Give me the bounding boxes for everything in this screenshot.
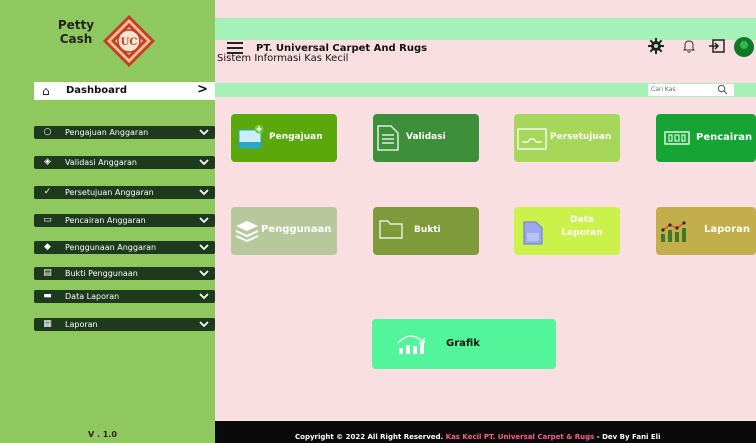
- chevron-down-icon: [199, 270, 209, 277]
- sidebar-item-label: Laporan: [65, 320, 98, 329]
- card-label: Pengajuan: [269, 132, 323, 142]
- version-label: V . 1.0: [88, 430, 117, 439]
- folder-icon: [379, 220, 403, 239]
- money-icon: [664, 131, 690, 145]
- card-penggunaan[interactable]: Penggunaan: [231, 207, 337, 255]
- card-label: Bukti: [414, 225, 441, 235]
- sidebar-item-pencairan-anggaran[interactable]: ▭ Pencairan Anggaran: [34, 214, 215, 227]
- circle-icon: ○: [43, 127, 52, 137]
- card-pengajuan[interactable]: Pengajuan: [231, 114, 337, 162]
- report-icon: ▦: [43, 319, 52, 329]
- file-icon: [523, 221, 543, 245]
- brand-name: Petty Cash: [57, 18, 95, 46]
- footer-highlight: Kas Kecil PT. Universal Carpet & Rugs: [445, 433, 595, 441]
- chevron-down-icon: [199, 159, 209, 166]
- footer: Copyright © 2022 All Right Reserved. Kas…: [215, 421, 756, 443]
- sidebar-item-persetujuan-anggaran[interactable]: ✓ Persetujuan Anggaran: [34, 186, 215, 199]
- sidebar-item-label: Validasi Anggaran: [65, 158, 137, 167]
- chevron-down-icon: [199, 244, 209, 251]
- chevron-right-icon: >: [197, 82, 208, 97]
- sidebar-item-penggunaan-anggaran[interactable]: ◆ Penggunaan Anggaran: [34, 241, 215, 254]
- logout-icon[interactable]: [709, 39, 725, 53]
- card-persetujuan[interactable]: Persetujuan: [514, 114, 620, 162]
- sidebar-item-laporan[interactable]: ▦ Laporan: [34, 318, 215, 331]
- chart-icon: [661, 221, 686, 242]
- footer-copyright: Copyright © 2022 All Right Reserved. Kas…: [295, 433, 661, 441]
- layers-icon: [235, 221, 259, 242]
- receipt-icon: ▤: [43, 268, 52, 278]
- sidebar-item-data-laporan[interactable]: ▬ Data Laporan: [34, 290, 215, 303]
- check-icon: ✓: [43, 187, 52, 197]
- approval-icon: [517, 128, 547, 150]
- sidebar-item-label: Penggunaan Anggaran: [65, 243, 157, 252]
- card-pencairan[interactable]: Pencairan: [656, 114, 756, 162]
- card-laporan[interactable]: Laporan: [656, 207, 756, 255]
- company-logo: UC: [103, 15, 155, 67]
- card-bukti[interactable]: Bukti: [373, 207, 479, 255]
- gear-icon[interactable]: [648, 38, 664, 54]
- card-label: Pencairan: [696, 132, 753, 143]
- chevron-down-icon: [199, 217, 209, 224]
- growth-chart-icon: [397, 335, 425, 354]
- sidebar-item-label: Persetujuan Anggaran: [65, 188, 154, 197]
- sidebar-item-label: Bukti Penggunaan: [65, 269, 138, 278]
- logo-text: UC: [121, 37, 138, 48]
- card-label: Validasi: [406, 132, 446, 142]
- avatar[interactable]: [731, 37, 756, 57]
- chevron-down-icon: [199, 189, 209, 196]
- chevron-down-icon: [199, 129, 209, 136]
- document-icon: [377, 125, 399, 151]
- new-document-icon: [238, 124, 264, 149]
- chevron-down-icon: [199, 321, 209, 328]
- wallet-icon: ▭: [43, 215, 52, 225]
- card-label: Grafik: [446, 338, 480, 349]
- page-subtitle: Sistem Informasi Kas Kecil: [217, 53, 349, 64]
- card-grafik[interactable]: Grafik: [372, 319, 556, 369]
- chevron-down-icon: [199, 293, 209, 300]
- card-label: Penggunaan: [261, 224, 332, 235]
- search-field[interactable]: Cari Kas: [648, 84, 734, 96]
- sidebar-item-dashboard[interactable]: ⌂ Dashboard >: [34, 82, 215, 100]
- tag-icon: ◈: [44, 157, 51, 167]
- header-bar: PT. Universal Carpet And Rugs: [215, 18, 756, 57]
- sidebar-item-label: Pengajuan Anggaran: [65, 128, 149, 137]
- sidebar: Petty Cash UC ⌂ Dashboard > ○ Pengajuan …: [0, 0, 215, 443]
- search-icon[interactable]: [717, 84, 728, 95]
- sidebar-item-label: Dashboard: [66, 85, 127, 96]
- card-label: Data Laporan: [561, 215, 603, 238]
- copyright-icon: ©: [336, 433, 344, 441]
- layers-icon: ◆: [44, 242, 51, 252]
- sidebar-item-bukti-penggunaan[interactable]: ▤ Bukti Penggunaan: [34, 267, 215, 280]
- sidebar-item-label: Data Laporan: [65, 292, 120, 301]
- sidebar-item-label: Pencairan Anggaran: [65, 216, 146, 225]
- card-label: Persetujuan: [550, 132, 612, 142]
- home-icon: ⌂: [42, 84, 50, 98]
- document-icon: ▬: [43, 291, 52, 301]
- card-data-laporan[interactable]: Data Laporan: [514, 207, 620, 255]
- brand-area: Petty Cash UC: [0, 0, 215, 82]
- sidebar-item-validasi-anggaran[interactable]: ◈ Validasi Anggaran: [34, 156, 215, 169]
- card-validasi[interactable]: Validasi: [373, 114, 479, 162]
- search-input[interactable]: Cari Kas: [651, 85, 676, 95]
- bell-icon[interactable]: [681, 38, 697, 54]
- sidebar-item-pengajuan-anggaran[interactable]: ○ Pengajuan Anggaran: [34, 126, 215, 139]
- card-label: Laporan: [704, 224, 750, 235]
